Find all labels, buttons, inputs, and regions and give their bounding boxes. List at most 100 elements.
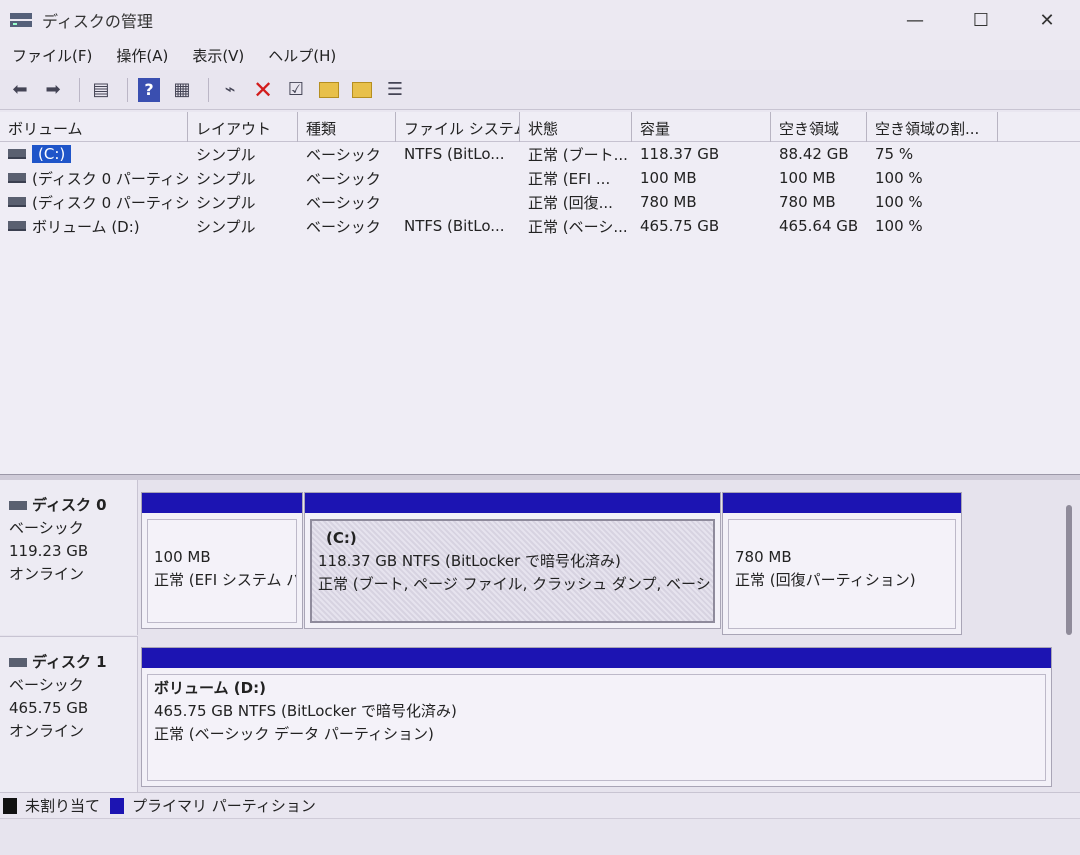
volume-row[interactable]: (ディスク 0 パーティショ... シンプル ベーシック 正常 (EFI ...… (0, 166, 1080, 190)
column-header-status[interactable]: 状態 (520, 112, 632, 142)
column-header-volume[interactable]: ボリューム (0, 112, 188, 142)
free-cell: 100 MB (779, 169, 836, 187)
capacity-cell: 780 MB (640, 193, 697, 211)
disk-name: ディスク 1 (32, 653, 107, 671)
volume-row[interactable]: (C:) シンプル ベーシック NTFS (BitLo... 正常 (ブート..… (0, 142, 1080, 166)
free-percent-cell: 100 % (875, 217, 923, 235)
column-header-free[interactable]: 空き領域 (771, 112, 867, 142)
help-icon[interactable]: ? (135, 76, 163, 104)
partition-recovery[interactable]: 780 MB 正常 (回復パーティション) (722, 492, 962, 635)
primary-partition-swatch (110, 797, 125, 814)
column-header-free-percent[interactable]: 空き領域の割... (867, 112, 998, 142)
disk-management-icon (10, 11, 32, 29)
partition-d[interactable]: ボリューム (D:) 465.75 GB NTFS (BitLocker で暗号… (141, 647, 1052, 787)
volume-row[interactable]: ボリューム (D:) シンプル ベーシック NTFS (BitLo... 正常 … (0, 214, 1080, 238)
list-header: ボリューム レイアウト 種類 ファイル システム 状態 容量 空き領域 空き領域… (0, 112, 1080, 142)
menu-help[interactable]: ヘルプ(H) (256, 45, 348, 66)
capacity-cell: 465.75 GB (640, 217, 720, 235)
connect-icon[interactable]: ⌁ (216, 76, 244, 104)
volume-icon (8, 197, 26, 207)
status-cell: 正常 (EFI ... (528, 169, 611, 188)
partition-size: 465.75 GB NTFS (BitLocker で暗号化済み) (154, 702, 457, 720)
layout-cell: シンプル (196, 217, 256, 236)
free-cell: 780 MB (779, 193, 836, 211)
title-bar: ディスクの管理 — ☐ ✕ (0, 0, 1080, 40)
checklist-icon[interactable]: ☑ (282, 76, 310, 104)
menu-view[interactable]: 表示(V) (180, 45, 256, 66)
free-cell: 465.64 GB (779, 217, 859, 235)
disk-icon (9, 658, 27, 667)
vertical-scrollbar[interactable] (1066, 505, 1072, 635)
free-percent-cell: 100 % (875, 169, 923, 187)
menu-action[interactable]: 操作(A) (104, 45, 180, 66)
status-bar (0, 818, 1080, 855)
disk-1-label[interactable]: ディスク 1 ベーシック 465.75 GB オンライン (0, 636, 138, 792)
layout-cell: シンプル (196, 169, 256, 188)
volume-name: (ディスク 0 パーティショ... (32, 169, 188, 188)
column-header-type[interactable]: 種類 (298, 112, 396, 142)
status-cell: 正常 (回復... (528, 193, 613, 212)
type-cell: ベーシック (306, 193, 381, 212)
disk-type: ベーシック (9, 519, 84, 537)
minimize-button[interactable]: — (882, 0, 948, 40)
partition-size: 118.37 GB NTFS (BitLocker で暗号化済み) (318, 552, 621, 570)
properties-icon[interactable]: ▦ (168, 76, 196, 104)
partition-status: 正常 (EFI システム パ (154, 571, 297, 589)
delete-icon[interactable]: ✕ (249, 76, 277, 104)
volume-name: (ディスク 0 パーティショ... (32, 193, 188, 212)
disk-size: 465.75 GB (9, 699, 89, 717)
partition-bar (142, 648, 1051, 668)
unallocated-swatch (3, 797, 17, 814)
disk-state: オンライン (9, 722, 85, 740)
filesystem-cell: NTFS (BitLo... (404, 145, 505, 163)
column-header-filesystem[interactable]: ファイル システム (396, 112, 520, 142)
disk-0-label[interactable]: ディスク 0 ベーシック 119.23 GB オンライン (0, 480, 138, 635)
partition-status: 正常 (回復パーティション) (735, 571, 916, 589)
disk-size: 119.23 GB (9, 542, 89, 560)
capacity-cell: 100 MB (640, 169, 697, 187)
partition-c[interactable]: (C:) 118.37 GB NTFS (BitLocker で暗号化済み) 正… (304, 492, 721, 629)
filesystem-cell: NTFS (BitLo... (404, 217, 505, 235)
layout-cell: シンプル (196, 193, 256, 212)
volume-name: ボリューム (D:) (32, 217, 140, 236)
column-header-layout[interactable]: レイアウト (188, 112, 298, 142)
partition-efi[interactable]: 100 MB 正常 (EFI システム パ (141, 492, 303, 629)
legend: 未割り当て プライマリ パーティション (0, 792, 1080, 818)
forward-arrow-icon[interactable]: ➡ (39, 76, 67, 104)
maximize-button[interactable]: ☐ (948, 0, 1014, 40)
partition-size: 100 MB (154, 548, 211, 566)
free-percent-cell: 75 % (875, 145, 914, 163)
volume-icon (8, 173, 26, 183)
disk-state: オンライン (9, 565, 85, 583)
partition-status: 正常 (ブート, ページ ファイル, クラッシュ ダンプ, ベーシック データ (318, 575, 713, 593)
volume-list: ボリューム レイアウト 種類 ファイル システム 状態 容量 空き領域 空き領域… (0, 112, 1080, 474)
free-cell: 88.42 GB (779, 145, 849, 163)
volume-icon (8, 148, 26, 159)
disk-graphical-view: ディスク 0 ベーシック 119.23 GB オンライン 100 MB 正常 (… (0, 480, 1080, 792)
folder-search-icon[interactable] (348, 76, 376, 104)
menu-file[interactable]: ファイル(F) (0, 45, 104, 66)
partition-status: 正常 (ベーシック データ パーティション) (154, 725, 434, 743)
volume-row[interactable]: (ディスク 0 パーティショ... シンプル ベーシック 正常 (回復... 7… (0, 190, 1080, 214)
column-header-capacity[interactable]: 容量 (632, 112, 771, 142)
back-arrow-icon[interactable]: ⬅ (6, 76, 34, 104)
status-cell: 正常 (ブート... (528, 145, 628, 164)
partition-name: ボリューム (D:) (154, 679, 266, 697)
partition-bar (723, 493, 961, 513)
volume-icon (8, 221, 26, 231)
volume-name: (C:) (32, 145, 72, 163)
window-title: ディスクの管理 (42, 12, 153, 31)
list-view-icon[interactable]: ☰ (381, 76, 409, 104)
free-percent-cell: 100 % (875, 193, 923, 211)
close-button[interactable]: ✕ (1014, 0, 1080, 40)
legend-unallocated: 未割り当て (25, 797, 101, 815)
folder-up-icon[interactable] (315, 76, 343, 104)
status-cell: 正常 (ベーシ... (528, 217, 628, 236)
capacity-cell: 118.37 GB (640, 145, 720, 163)
console-tree-icon[interactable]: ▤ (87, 76, 115, 104)
disk-icon (9, 501, 27, 510)
disk-name: ディスク 0 (32, 496, 107, 514)
type-cell: ベーシック (306, 217, 381, 236)
menu-bar: ファイル(F) 操作(A) 表示(V) ヘルプ(H) (0, 40, 1080, 70)
layout-cell: シンプル (196, 145, 256, 164)
